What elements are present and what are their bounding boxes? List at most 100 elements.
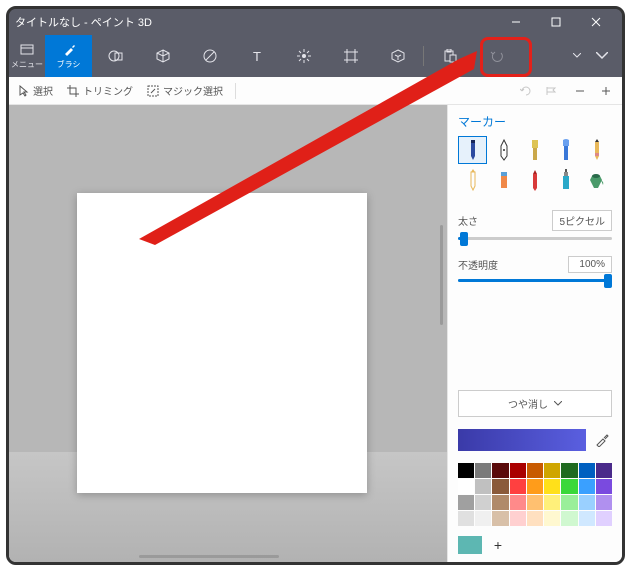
brush-spray[interactable]: [552, 166, 581, 194]
crayon-icon: [528, 168, 542, 192]
palette-swatch[interactable]: [561, 479, 577, 494]
palette-swatch[interactable]: [579, 479, 595, 494]
palette-swatch[interactable]: [510, 495, 526, 510]
separator: [235, 83, 236, 99]
palette-swatch[interactable]: [561, 511, 577, 526]
recent-color-swatch[interactable]: [458, 536, 482, 554]
palette-swatch[interactable]: [492, 479, 508, 494]
material-dropdown[interactable]: つや消し: [458, 390, 612, 417]
palette-swatch[interactable]: [579, 495, 595, 510]
palette-swatch[interactable]: [596, 495, 612, 510]
brush-crayon[interactable]: [520, 166, 549, 194]
paste-tool[interactable]: [426, 35, 473, 77]
brush-pencil[interactable]: [458, 166, 487, 194]
main-toolbar: メニュー ブラシ T: [9, 35, 622, 77]
zoom-in-button[interactable]: [594, 80, 618, 102]
thickness-value[interactable]: 5ピクセル: [552, 210, 612, 231]
bucket-icon: [589, 168, 605, 192]
palette-swatch[interactable]: [527, 495, 543, 510]
opacity-value[interactable]: 100%: [568, 256, 612, 273]
thickness-slider[interactable]: [458, 237, 612, 240]
brush-pixel[interactable]: [583, 136, 612, 164]
minimize-button[interactable]: [496, 9, 536, 35]
palette-swatch[interactable]: [458, 511, 474, 526]
palette-swatch[interactable]: [458, 463, 474, 478]
canvas-viewport[interactable]: [9, 105, 447, 562]
chevron-down-icon: [573, 53, 581, 59]
palette-swatch[interactable]: [475, 463, 491, 478]
palette-swatch[interactable]: [527, 479, 543, 494]
2d-shapes-tool[interactable]: [92, 35, 139, 77]
horizontal-scrollbar[interactable]: [139, 555, 279, 558]
menu-button[interactable]: メニュー: [9, 35, 45, 77]
3d-library-tool[interactable]: [374, 35, 421, 77]
window-title: タイトルなし - ペイント 3D: [15, 14, 152, 30]
zoom-out-button[interactable]: [568, 80, 592, 102]
rotate-icon: [520, 85, 532, 97]
palette-swatch[interactable]: [579, 463, 595, 478]
palette-swatch[interactable]: [475, 479, 491, 494]
palette-swatch[interactable]: [596, 479, 612, 494]
rotate-button[interactable]: [514, 80, 538, 102]
eyedropper-button[interactable]: [592, 430, 612, 450]
effects-tool[interactable]: [280, 35, 327, 77]
palette-swatch[interactable]: [475, 511, 491, 526]
crop-button[interactable]: トリミング: [61, 80, 139, 102]
palette-swatch[interactable]: [475, 495, 491, 510]
palette-swatch[interactable]: [596, 511, 612, 526]
pencil-icon: [590, 138, 604, 162]
palette-swatch[interactable]: [492, 511, 508, 526]
palette-swatch[interactable]: [561, 463, 577, 478]
close-button[interactable]: [576, 9, 616, 35]
brush-tool[interactable]: ブラシ: [45, 35, 92, 77]
brush-watercolor[interactable]: [552, 136, 581, 164]
palette-swatch[interactable]: [510, 511, 526, 526]
palette-swatch[interactable]: [510, 479, 526, 494]
material-label: つや消し: [508, 396, 548, 411]
palette-swatch[interactable]: [527, 511, 543, 526]
maximize-button[interactable]: [536, 9, 576, 35]
undo-button[interactable]: [473, 35, 520, 77]
palette-swatch[interactable]: [579, 511, 595, 526]
palette-swatch[interactable]: [458, 479, 474, 494]
select-button[interactable]: 選択: [13, 80, 59, 102]
palette-swatch[interactable]: [527, 463, 543, 478]
crop-icon: [67, 85, 79, 97]
palette-swatch[interactable]: [458, 495, 474, 510]
canvas-tool[interactable]: [327, 35, 374, 77]
palette-swatch[interactable]: [561, 495, 577, 510]
palette-swatch[interactable]: [544, 511, 560, 526]
brush-oil[interactable]: [520, 136, 549, 164]
opacity-slider[interactable]: [458, 279, 612, 282]
spray-icon: [559, 168, 573, 192]
brush-eraser[interactable]: [489, 166, 518, 194]
brush-fill[interactable]: [583, 166, 612, 194]
palette-swatch[interactable]: [544, 463, 560, 478]
thickness-row: 太さ 5ピクセル: [448, 204, 622, 233]
flip-button[interactable]: [540, 80, 566, 102]
crop-label: トリミング: [83, 83, 133, 98]
text-tool[interactable]: T: [233, 35, 280, 77]
palette-swatch[interactable]: [510, 463, 526, 478]
watercolor-icon: [559, 138, 573, 162]
select-label: 選択: [33, 83, 53, 98]
collapse-panel-button[interactable]: [588, 52, 616, 60]
brush-calligraphy[interactable]: [489, 136, 518, 164]
current-color-swatch[interactable]: [458, 429, 586, 451]
canvas[interactable]: [77, 193, 367, 493]
vertical-scrollbar[interactable]: [440, 225, 443, 325]
brush-marker[interactable]: [458, 136, 487, 164]
palette-swatch[interactable]: [544, 495, 560, 510]
brush-grid: [448, 136, 622, 204]
plus-icon: [600, 85, 612, 97]
add-color-button[interactable]: +: [488, 536, 508, 554]
content-area: マーカー 太さ 5ピクセル 不透: [9, 105, 622, 562]
palette-swatch[interactable]: [492, 463, 508, 478]
palette-swatch[interactable]: [492, 495, 508, 510]
3d-shapes-tool[interactable]: [139, 35, 186, 77]
history-dropdown[interactable]: [566, 53, 588, 59]
palette-swatch[interactable]: [596, 463, 612, 478]
magic-select-button[interactable]: マジック選択: [141, 80, 229, 102]
palette-swatch[interactable]: [544, 479, 560, 494]
stickers-tool[interactable]: [186, 35, 233, 77]
